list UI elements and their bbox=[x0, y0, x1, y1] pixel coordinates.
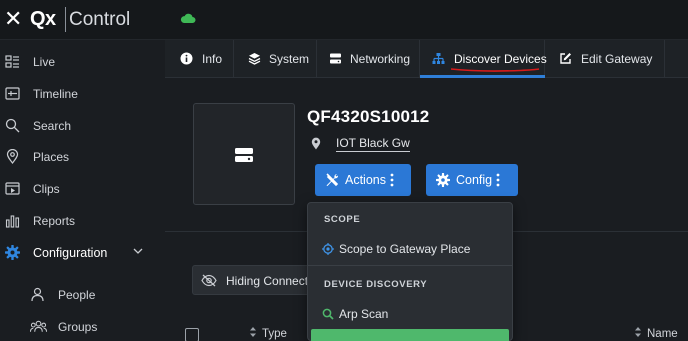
annotation-underline bbox=[450, 68, 540, 72]
search-icon bbox=[5, 118, 20, 133]
select-all-checkbox[interactable] bbox=[185, 328, 199, 341]
sidebar-item-reports[interactable]: Reports bbox=[0, 208, 165, 236]
sort-icon[interactable] bbox=[249, 326, 257, 338]
network-icon bbox=[432, 53, 445, 64]
sidebar-item-label: Search bbox=[33, 119, 72, 133]
sidebar: Live Timeline Search Places Clips Report… bbox=[0, 40, 165, 341]
sidebar-item-label: Configuration bbox=[33, 246, 108, 260]
timeline-icon bbox=[5, 87, 20, 100]
layers-icon bbox=[248, 53, 261, 65]
sidebar-item-groups[interactable]: Groups bbox=[0, 314, 165, 341]
edit-icon bbox=[560, 53, 571, 64]
tab-label: Networking bbox=[350, 52, 411, 66]
logo-divider bbox=[65, 7, 66, 32]
map-pin-icon bbox=[6, 149, 19, 164]
tab-bar: Info System Networking Discover Devices … bbox=[165, 40, 688, 78]
kebab-icon bbox=[496, 173, 500, 187]
live-grid-icon bbox=[5, 55, 19, 68]
tab-info[interactable]: Info bbox=[165, 40, 234, 78]
search-icon bbox=[322, 308, 334, 320]
close-icon[interactable]: ✕ bbox=[4, 8, 22, 30]
column-header-type[interactable]: Type bbox=[262, 328, 287, 340]
actions-button-label: Actions bbox=[345, 173, 386, 187]
dropdown-section-title: DEVICE DISCOVERY bbox=[324, 279, 428, 290]
actions-dropdown-menu: SCOPE Scope to Gateway Place DEVICE DISC… bbox=[307, 202, 513, 341]
place-link[interactable]: IOT Black Gw bbox=[336, 136, 410, 152]
sidebar-item-places[interactable]: Places bbox=[0, 144, 165, 172]
target-icon bbox=[322, 243, 334, 255]
scope-to-gateway-place-item[interactable]: Scope to Gateway Place bbox=[308, 237, 512, 261]
sidebar-item-search[interactable]: Search bbox=[0, 113, 165, 141]
chevron-down-icon[interactable] bbox=[132, 246, 144, 256]
gear-icon bbox=[5, 245, 20, 260]
server-icon bbox=[330, 53, 341, 64]
highlighted-menu-item[interactable] bbox=[311, 329, 509, 341]
sidebar-item-label: Clips bbox=[33, 182, 60, 196]
sidebar-item-label: Groups bbox=[58, 320, 98, 334]
tab-networking[interactable]: Networking bbox=[317, 40, 420, 78]
column-header-name[interactable]: Name bbox=[647, 328, 678, 340]
person-icon bbox=[31, 287, 44, 302]
config-button[interactable]: Config bbox=[426, 164, 518, 196]
group-icon bbox=[30, 320, 47, 332]
sidebar-item-people[interactable]: People bbox=[0, 282, 165, 310]
reports-icon bbox=[5, 215, 20, 228]
actions-button[interactable]: Actions bbox=[315, 164, 411, 196]
sidebar-item-label: People bbox=[58, 288, 96, 302]
clips-icon bbox=[5, 182, 20, 195]
tab-edit-gateway[interactable]: Edit Gateway bbox=[545, 40, 665, 78]
info-icon bbox=[180, 52, 193, 65]
sidebar-item-label: Reports bbox=[33, 214, 76, 228]
kebab-icon bbox=[390, 173, 394, 187]
menu-item-label: Scope to Gateway Place bbox=[339, 242, 471, 256]
device-image bbox=[193, 103, 295, 205]
tools-icon bbox=[326, 173, 339, 187]
app-logo: Qx bbox=[30, 8, 56, 30]
sidebar-item-label: Timeline bbox=[33, 87, 78, 101]
cloud-icon bbox=[180, 13, 196, 23]
app-title: Control bbox=[69, 9, 131, 30]
tab-label: Edit Gateway bbox=[581, 52, 653, 66]
device-title: QF4320S10012 bbox=[307, 107, 430, 126]
sidebar-item-configuration[interactable]: Configuration bbox=[0, 240, 165, 268]
tab-label: Info bbox=[202, 52, 223, 66]
menu-item-label: Arp Scan bbox=[339, 307, 389, 321]
sidebar-item-label: Places bbox=[33, 150, 70, 164]
tab-label: Discover Devices bbox=[454, 52, 547, 66]
gateway-device-icon bbox=[235, 148, 253, 162]
config-button-label: Config bbox=[456, 173, 493, 187]
sidebar-item-timeline[interactable]: Timeline bbox=[0, 81, 165, 109]
tab-system[interactable]: System bbox=[234, 40, 317, 78]
arp-scan-item[interactable]: Arp Scan bbox=[308, 302, 512, 326]
sidebar-item-label: Live bbox=[33, 55, 56, 69]
sidebar-item-clips[interactable]: Clips bbox=[0, 176, 165, 204]
active-tab-indicator bbox=[420, 75, 545, 78]
tab-label: System bbox=[269, 52, 310, 66]
top-bar: ✕ Qx Control bbox=[0, 0, 688, 40]
dropdown-section-title: SCOPE bbox=[324, 214, 361, 225]
eye-slash-icon bbox=[201, 274, 217, 287]
dropdown-divider bbox=[308, 265, 512, 266]
map-pin-icon bbox=[311, 137, 321, 150]
sort-icon[interactable] bbox=[634, 326, 642, 338]
sidebar-item-live[interactable]: Live bbox=[0, 49, 165, 77]
gear-icon bbox=[436, 173, 450, 187]
